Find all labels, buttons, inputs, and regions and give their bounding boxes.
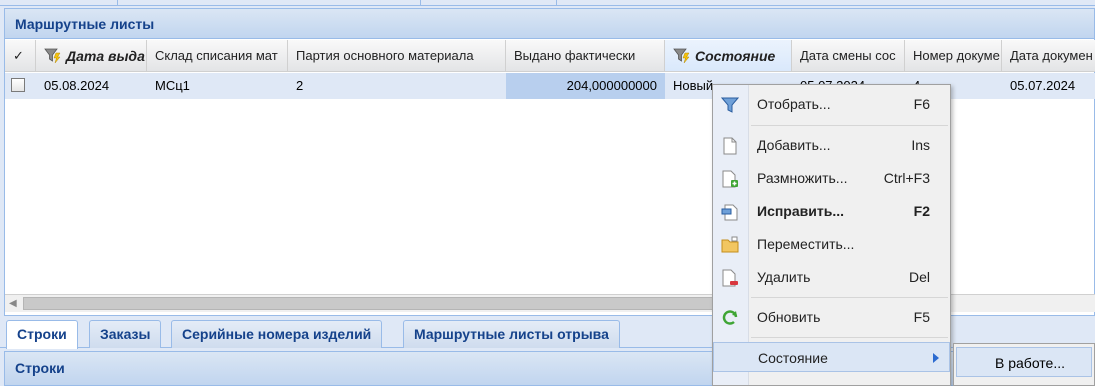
cell-issue-date[interactable]: 05.08.2024 bbox=[36, 73, 147, 99]
scrollbar-thumb[interactable] bbox=[23, 297, 723, 310]
menu-item-filter[interactable]: Отобрать... F6 bbox=[713, 89, 950, 119]
cell-warehouse[interactable]: МСц1 bbox=[147, 73, 288, 99]
column-document-number[interactable]: Номер докуме bbox=[905, 40, 1002, 71]
menu-item-label: Удалить bbox=[757, 269, 811, 285]
document-add-icon bbox=[722, 170, 738, 188]
top-toolbar-strip bbox=[0, 0, 1095, 6]
column-issued-actual[interactable]: Выдано фактически bbox=[506, 40, 665, 71]
grid-header: ✓ Дата выда Склад списания мат Партия ос… bbox=[5, 40, 1095, 72]
menu-item-label: Добавить... bbox=[757, 137, 831, 153]
menu-separator bbox=[751, 337, 948, 338]
tab-orders[interactable]: Заказы bbox=[89, 320, 162, 348]
menu-item-label: Состояние bbox=[758, 350, 828, 366]
filter-flash-icon bbox=[44, 48, 61, 64]
filter-flash-icon bbox=[673, 48, 690, 64]
column-state-change-date[interactable]: Дата смены сос bbox=[792, 40, 905, 71]
menu-item-label: Исправить... bbox=[757, 203, 844, 219]
state-submenu: В работе... bbox=[953, 343, 1095, 386]
column-select-all[interactable]: ✓ bbox=[5, 40, 36, 71]
row-checkbox[interactable] bbox=[11, 78, 25, 92]
menu-item-refresh[interactable]: Обновить F5 bbox=[713, 302, 950, 332]
menu-item-shortcut: Ins bbox=[911, 137, 930, 153]
folder-icon bbox=[721, 236, 739, 253]
menu-item-label: Отобрать... bbox=[757, 96, 831, 112]
cell-material-batch[interactable]: 2 bbox=[288, 73, 506, 99]
menu-item-delete[interactable]: Удалить Del bbox=[713, 262, 950, 292]
menu-item-add[interactable]: Добавить... Ins bbox=[713, 130, 950, 160]
panel-title: Маршрутные листы bbox=[5, 9, 1094, 39]
scroll-left-icon[interactable]: ◀ bbox=[9, 298, 17, 309]
column-warehouse[interactable]: Склад списания мат bbox=[147, 40, 288, 71]
menu-item-shortcut: F6 bbox=[913, 96, 930, 112]
menu-item-shortcut: Ctrl+F3 bbox=[883, 170, 930, 186]
menu-item-label: Размножить... bbox=[757, 170, 848, 186]
edit-icon bbox=[721, 204, 738, 221]
column-label: Состояние bbox=[695, 48, 776, 64]
column-document-date[interactable]: Дата докумен bbox=[1002, 40, 1095, 71]
submenu-arrow-icon bbox=[933, 353, 939, 363]
column-state[interactable]: Состояние bbox=[665, 40, 792, 71]
document-icon bbox=[723, 137, 737, 155]
filter-icon bbox=[721, 97, 739, 113]
menu-item-more[interactable] bbox=[713, 375, 950, 385]
column-label: Дата выда bbox=[66, 48, 145, 64]
refresh-icon bbox=[722, 310, 738, 325]
submenu-item-in-progress[interactable]: В работе... bbox=[956, 347, 1092, 377]
menu-item-label: Переместить... bbox=[757, 236, 855, 252]
context-menu: Отобрать... F6 Добавить... Ins Размножит… bbox=[712, 84, 951, 386]
toolbar-segment bbox=[0, 0, 118, 5]
document-delete-icon bbox=[722, 269, 738, 287]
menu-item-shortcut: Del bbox=[908, 269, 930, 285]
column-material-batch[interactable]: Партия основного материала bbox=[288, 40, 506, 71]
column-issue-date[interactable]: Дата выда bbox=[36, 40, 147, 71]
menu-item-shortcut: F2 bbox=[913, 203, 930, 219]
menu-item-edit[interactable]: Исправить... F2 bbox=[713, 196, 950, 226]
menu-item-shortcut: F5 bbox=[913, 309, 930, 325]
menu-item-label: Обновить bbox=[757, 309, 821, 325]
menu-separator bbox=[751, 297, 948, 298]
row-select-cell bbox=[5, 73, 36, 99]
toolbar-segment bbox=[118, 0, 421, 5]
cell-document-date[interactable]: 05.07.2024 bbox=[1002, 73, 1095, 99]
menu-separator bbox=[751, 125, 948, 126]
tab-rows[interactable]: Строки bbox=[6, 320, 78, 349]
menu-item-move[interactable]: Переместить... bbox=[713, 229, 950, 259]
tab-tear-off-route-sheets[interactable]: Маршрутные листы отрыва bbox=[403, 320, 620, 348]
toolbar-segment bbox=[425, 0, 557, 5]
menu-item-state[interactable]: Состояние bbox=[713, 342, 950, 372]
app-window: Маршрутные листы ✓ Дата выда Склад списа… bbox=[0, 0, 1095, 386]
cell-issued-actual[interactable]: 204,000000000 bbox=[506, 73, 665, 99]
tab-serial-numbers[interactable]: Серийные номера изделий bbox=[171, 320, 383, 348]
menu-item-duplicate[interactable]: Размножить... Ctrl+F3 bbox=[713, 163, 950, 193]
